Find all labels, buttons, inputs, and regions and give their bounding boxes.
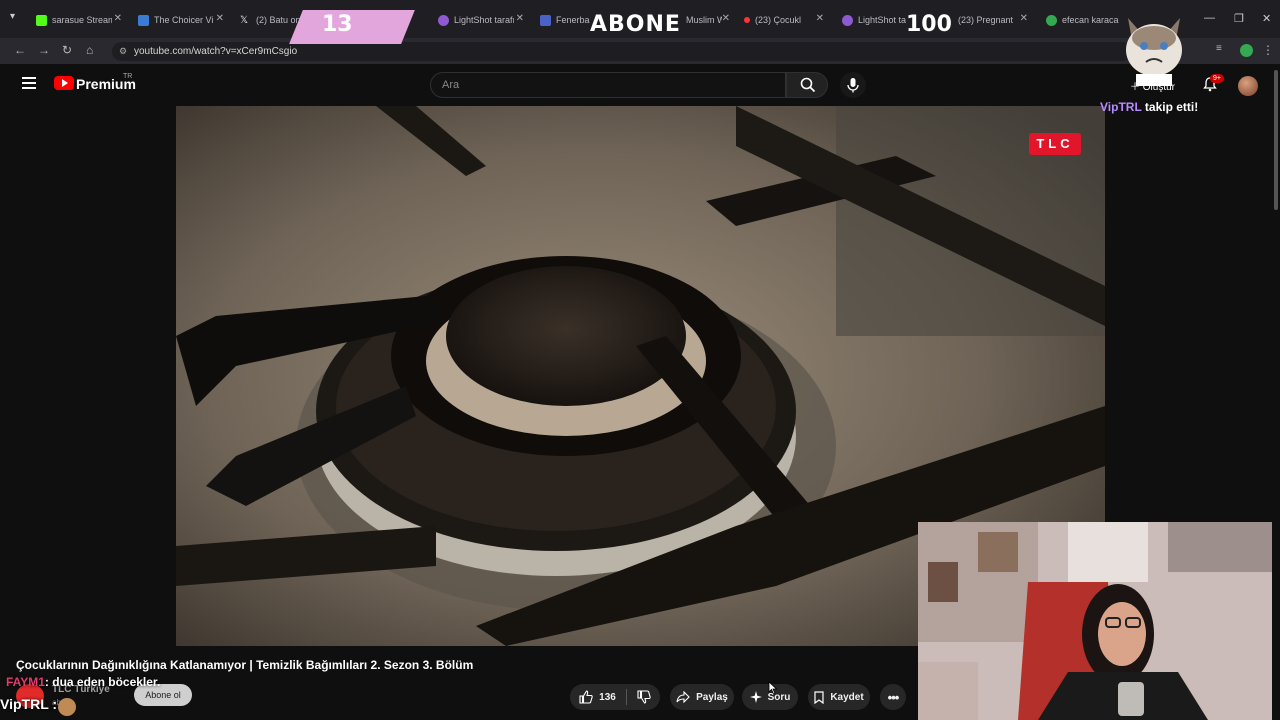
grumpy-cat-sticker-icon	[1126, 18, 1182, 86]
overlay-counter-left: 13	[322, 12, 353, 37]
thumbs-up-icon	[579, 690, 593, 704]
browser-tab[interactable]: The Choicer Vi ✕	[132, 8, 230, 32]
monkey-emote-icon	[58, 698, 76, 716]
tab-close-icon[interactable]: ✕	[816, 13, 824, 24]
browser-tab[interactable]: (23) Pregnant ✕	[952, 8, 1034, 32]
reload-icon[interactable]: ↻	[62, 43, 72, 57]
browser-tab[interactable]: sarasue Stream ✕	[30, 8, 128, 32]
url-field[interactable]: ⚙ youtube.com/watch?v=xCer9mCsgio	[112, 42, 1132, 61]
save-label: Kaydet	[830, 691, 864, 703]
browser-menu-icon[interactable]: ⋮	[1262, 43, 1274, 57]
tab-title: sarasue Stream	[52, 15, 112, 25]
mouse-cursor-icon	[768, 681, 778, 695]
like-dislike-group: 136	[570, 684, 660, 710]
tab-favicon-icon	[438, 14, 449, 26]
youtube-header: Premium TR Ara ＋ Oluştur 9+	[0, 64, 1280, 106]
region-code: TR	[123, 73, 133, 80]
chat-user-tag: VipTRL :	[0, 696, 58, 712]
tab-close-icon[interactable]: ✕	[1020, 13, 1028, 24]
tab-favicon-icon	[540, 14, 551, 26]
tab-favicon-icon	[36, 14, 47, 26]
dislike-button[interactable]	[637, 690, 651, 704]
tab-title: LightShot tarafı	[858, 15, 906, 25]
browser-address-bar: ← → ↻ ⌂ ⚙ youtube.com/watch?v=xCer9mCsgi…	[0, 38, 1280, 64]
share-label: Paylaş	[696, 691, 728, 703]
url-text: youtube.com/watch?v=xCer9mCsgio	[134, 46, 298, 57]
close-window-icon[interactable]: ✕	[1262, 12, 1271, 25]
browser-tab[interactable]: LightShot tarafı	[836, 8, 906, 32]
tab-favicon-icon	[1046, 14, 1057, 26]
browser-tab[interactable]: (23) Çocukl ✕	[738, 8, 830, 32]
tab-close-icon[interactable]: ✕	[114, 13, 122, 24]
like-divider	[625, 689, 627, 705]
follow-alert: VipTRL takip etti!	[1100, 100, 1198, 114]
youtube-logo-icon[interactable]	[54, 76, 74, 90]
search-placeholder: Ara	[442, 79, 460, 91]
share-button[interactable]: Paylaş	[670, 684, 734, 710]
search-icon	[800, 77, 816, 93]
like-count: 136	[599, 691, 616, 703]
sparkle-icon	[749, 691, 762, 703]
forward-icon[interactable]: →	[38, 43, 50, 57]
browser-tab[interactable]: Fenerbahçe	[534, 8, 590, 32]
tab-title: The Choicer Vi	[154, 15, 214, 25]
menu-icon[interactable]	[22, 77, 36, 89]
chat-username: FAYM1	[6, 675, 45, 689]
tab-favicon-icon	[842, 14, 853, 26]
tab-title: Fenerbahçe	[556, 15, 590, 25]
video-title: Çocuklarının Dağınıklığına Katlanamıyor …	[16, 658, 474, 672]
save-button[interactable]: Kaydet	[808, 684, 870, 710]
chat-text: : dua eden böcekler.	[44, 675, 161, 689]
profile-icon[interactable]	[1240, 44, 1253, 57]
notification-count-badge: 9+	[1210, 74, 1224, 83]
search-button[interactable]	[786, 72, 828, 98]
tab-search-icon[interactable]: ▾	[10, 11, 15, 22]
tab-close-icon[interactable]: ✕	[516, 13, 524, 24]
chat-message: FAYM1: dua eden böcekler.	[6, 675, 160, 689]
back-icon[interactable]: ←	[14, 43, 26, 57]
share-icon	[676, 691, 690, 703]
account-avatar[interactable]	[1238, 76, 1258, 96]
streamer-webcam	[918, 522, 1280, 720]
restore-icon[interactable]: ❐	[1234, 12, 1244, 25]
media-control-icon[interactable]: ≡	[1216, 43, 1222, 54]
tab-title: Muslim W	[686, 15, 722, 25]
home-icon[interactable]: ⌂	[86, 43, 93, 57]
voice-search-button[interactable]	[840, 72, 866, 98]
search-input[interactable]: Ara	[430, 72, 786, 98]
tab-close-icon[interactable]: ✕	[216, 13, 224, 24]
overlay-counter-right: 100	[906, 12, 952, 37]
webcam-frame	[918, 522, 1280, 720]
like-button[interactable]: 136	[579, 690, 616, 704]
tab-title: LightShot tarafı	[454, 15, 514, 25]
browser-tab[interactable]: LightShot tarafı ✕	[432, 8, 530, 32]
tab-favicon-icon: 𝕏	[240, 14, 251, 26]
browser-tab[interactable]: Muslim W ✕	[680, 8, 736, 32]
tab-favicon-icon	[744, 17, 750, 23]
microphone-icon	[847, 78, 859, 93]
tab-close-icon[interactable]: ✕	[722, 13, 730, 24]
scrollbar-thumb[interactable]	[1274, 70, 1278, 210]
tab-title: efecan karaca	[1062, 15, 1119, 25]
more-dots-icon: •••	[887, 689, 900, 705]
follow-alert-text: takip etti!	[1141, 100, 1199, 114]
tab-favicon-icon	[138, 14, 149, 26]
tab-title: (23) Pregnant	[958, 15, 1014, 25]
minimize-icon[interactable]: —	[1204, 12, 1215, 24]
follow-alert-user: VipTRL	[1100, 100, 1142, 114]
more-actions-button[interactable]: •••	[880, 684, 906, 710]
bookmark-icon	[814, 690, 824, 704]
channel-watermark-logo: TLC	[1029, 133, 1081, 155]
tab-title: (23) Çocukl	[755, 15, 801, 25]
site-info-icon[interactable]: ⚙	[119, 42, 127, 61]
overlay-subscribe-goal: ABONE	[590, 12, 681, 37]
